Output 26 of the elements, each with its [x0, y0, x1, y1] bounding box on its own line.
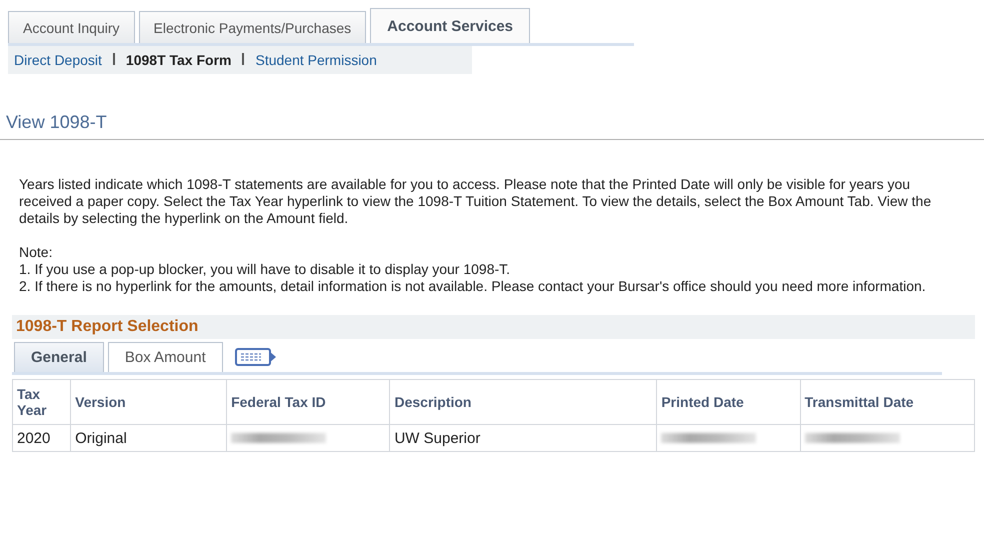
grid-tab[interactable]: General	[14, 342, 104, 372]
table-cell: Original	[70, 424, 227, 452]
column-header: Tax Year	[12, 380, 71, 424]
grid-tab[interactable]: Box Amount	[108, 342, 223, 372]
table-cell: UW Superior	[390, 424, 657, 452]
table-cell: 2020	[12, 424, 71, 452]
current-page-label: 1098T Tax Form	[126, 52, 232, 68]
note-text: 1. If you use a pop-up blocker, you will have to disable it to display your 1098-T.	[19, 261, 512, 278]
separator-icon	[112, 53, 115, 65]
column-header: Description	[390, 380, 657, 424]
column-header: Federal Tax ID	[226, 380, 390, 424]
note-text: 2. If there is no hyperlink for the amounts, detail information is not available. Please contact your Bursar's office should you need more information.	[19, 278, 927, 295]
intro-paragraph: Years listed indicate which 1098-T statements are available for you to access. Please note that the Printed Date will only be visible for years you received a paper copy. Select the Tax Year hyperlink to view the 1098-T Tuition Statement. To view the details, select the Box Amount Tab. View the details by selecting the hyperlink on the Amount field.	[19, 176, 932, 227]
nav-tab[interactable]: Electronic Payments/Purchases	[138, 11, 366, 43]
nav-link[interactable]: Student Permission	[255, 52, 377, 68]
page-title: View 1098-T	[6, 112, 108, 133]
column-header: Transmittal Date	[800, 380, 974, 424]
show-all-columns-icon[interactable]	[234, 348, 277, 366]
nav-tab[interactable]: Account Inquiry	[8, 11, 134, 43]
nav-tab[interactable]: Account Services	[370, 8, 530, 43]
section-title: 1098-T Report Selection	[12, 315, 975, 339]
note-text: Note:	[19, 244, 54, 261]
nav-link[interactable]: Direct Deposit	[14, 52, 102, 68]
separator-icon	[242, 53, 244, 65]
column-header: Version	[70, 380, 227, 424]
column-header: Printed Date	[656, 380, 800, 424]
